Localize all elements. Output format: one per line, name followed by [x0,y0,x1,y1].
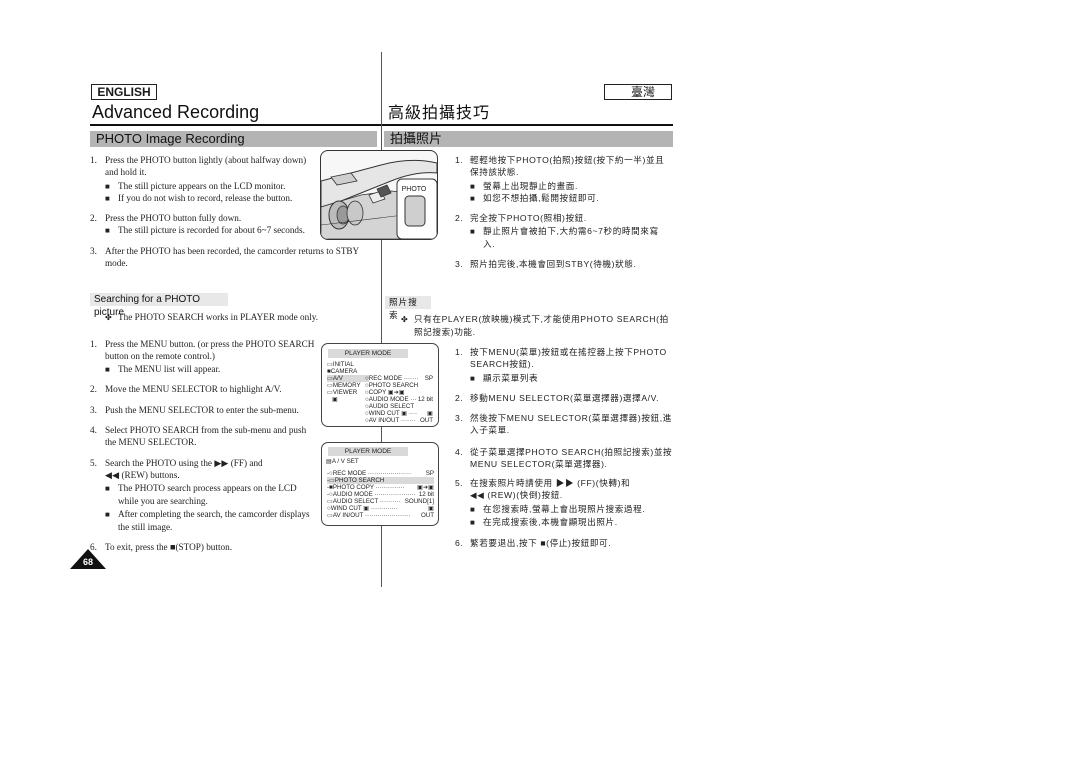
page-title-english: Advanced Recording [92,102,260,122]
zh-step-1: 1. 輕輕地按下PHOTO(拍照)按鈕(按下約一半)並且 保持該狀態. [455,155,665,177]
zh-search-step-1-bullet: ■ 顯示菜單列表 [470,373,539,383]
en-search-step-5-bullet-2: ■ After completing the search, the camcor… [105,509,310,532]
en-search-note: ✤ The PHOTO SEARCH works in PLAYER mode o… [105,312,319,322]
screen-header: PLAYER MODE [328,349,408,358]
screen-title: ▤A / V SET [326,458,359,465]
bullet-square-icon: ■ [105,484,110,493]
fast-forward-icon: ▶▶ [555,478,575,488]
rewind-icon: ◀◀ [470,490,485,500]
en-search-step-6: 6. To exit, press the ■(STOP) button. [90,542,232,552]
camcorder-icon: PHOTO [321,159,437,239]
en-step-2: 2. Press the PHOTO button fully down. [90,213,242,223]
en-search-step-3: 3. Push the MENU SELECTOR to enter the su… [90,405,299,415]
menu-item: ▭INITIAL [327,361,354,368]
zh-search-note: ✤ 只有在PLAYER(放映機)模式下,才能使用PHOTO SEARCH(拍 照記… [401,314,669,337]
bullet-square-icon: ■ [105,226,110,235]
note-cross-icon: ✤ [401,315,409,324]
en-search-step-5-bullet-1: ■ The PHOTO search process appears on the… [105,483,297,506]
camcorder-photo-button-illustration: PHOTO [320,150,438,240]
zh-search-step-1: 1. 按下MENU(菜單)按鈕或在搖控器上按下PHOTO SEARCH按鈕). [455,347,667,369]
bullet-square-icon: ■ [470,227,476,236]
av-set-item: -○REC MODE ····················· SP [327,470,434,477]
title-rule-right [381,124,673,126]
bullet-square-icon: ■ [105,510,110,519]
fast-forward-icon: ▶▶ [214,458,229,468]
en-search-step-2: 2. Move the MENU SELECTOR to highlight A/… [90,384,282,394]
bullet-square-icon: ■ [470,194,476,203]
av-set-item: ▭AUDIO SELECT ·········· SOUND[1] [327,498,434,505]
lcd-menu-screen-1: PLAYER MODE ▭INITIAL ■CAMERA ▭A/V ▭MEMOR… [321,343,439,427]
zh-search-step-2: 2. 移動MENU SELECTOR(菜單選擇器)選擇A/V. [455,393,660,403]
rewind-icon: ◀◀ [105,470,120,480]
bullet-square-icon: ■ [470,374,476,383]
page-title-chinese: 高級拍攝技巧 [388,105,491,122]
submenu-item: ○AV IN/OUT ······· OUT [365,417,433,424]
en-search-step-1: 1. Press the MENU button. (or press the P… [90,339,315,361]
en-step-2-bullet: ■ The still picture is recorded for about… [105,225,305,235]
zh-search-step-4: 4. 從子菜單選擇PHOTO SEARCH(拍照記搜索)並按 MENU SELEC… [455,447,673,469]
language-label-taiwan-text: 臺灣 [630,85,655,99]
section-heading-chinese: 拍攝照片 [384,131,673,147]
submenu-item: ○PHOTO SEARCH [365,382,419,389]
zh-step-2: 2. 完全按下PHOTO(照相)按鈕. [455,213,587,223]
submenu-item: ○COPY ▣➜▣ [365,389,405,396]
submenu-item: ○REC MODE ······· SP [365,375,433,382]
language-label-english: ENGLISH [91,84,157,100]
av-set-item: -■PHOTO COPY ·············· ▣➜▣ [327,484,434,491]
subsection-heading-chinese: 照片搜索 [385,296,431,320]
screen-header: PLAYER MODE [328,447,408,456]
title-rule-left [90,124,381,126]
menu-item: ▭VIEWER [327,389,358,396]
menu-item: ■CAMERA [327,368,358,375]
photo-button-label: PHOTO [402,186,427,193]
submenu-item: ○AUDIO MODE ··· 12 bit [365,396,433,403]
zh-search-step-6: 6. 繁若要退出,按下 ■(停止)按鈕即可. [455,538,612,548]
screen-av-set-list: -○REC MODE ····················· SP -▭PHO… [327,470,434,519]
en-step-1-bullet-2: ■ If you do not wish to record, release t… [105,193,293,203]
submenu-item: ○AUDIO SELECT [365,403,415,410]
bullet-square-icon: ■ [105,194,110,203]
zh-step-1-bullet-2: ■ 如您不想拍攝,鬆開按鈕即可. [470,193,600,203]
av-set-item: ▭AV IN/OUT ······················ OUT [327,512,434,519]
bullet-square-icon: ■ [105,365,110,374]
language-label-taiwan: 臺灣 [604,84,672,100]
bullet-square-icon: ■ [470,505,476,514]
en-search-step-5: 5. Search the PHOTO using the ▶▶ (FF) and… [90,458,263,480]
zh-search-step-5-bullet-1: ■ 在您搜索時,螢幕上會出現照片搜索過程. [470,504,646,514]
en-search-step-1-bullet: ■ The MENU list will appear. [105,364,221,374]
subsection-heading-english: Searching for a PHOTO picture [90,293,228,318]
en-step-3: 3. After the PHOTO has been recorded, the… [90,246,360,268]
screen-sub-menu: ○REC MODE ······· SP ○PHOTO SEARCH ○COPY … [365,375,433,424]
av-set-item: ○WIND CUT ▣ ············· ▣ [327,505,434,512]
menu-item-selected: ▭A/V [327,375,369,382]
av-set-item: -○AUDIO MODE ···················· 12 bit [327,491,434,498]
lcd-menu-screen-2: PLAYER MODE ▤A / V SET -○REC MODE ······… [321,442,439,526]
zh-search-step-5: 5. 在搜索照片時請使用 ▶▶ (FF)(快轉)和 ◀◀ (REW)(快倒)按鈕. [455,478,631,500]
screen-main-menu: ▭INITIAL ■CAMERA ▭A/V ▭MEMORY ▭VIEWER ▣ [327,361,369,403]
note-cross-icon: ✤ [105,313,112,322]
av-set-item-selected: -▭PHOTO SEARCH [327,477,434,484]
en-step-1: 1. Press the PHOTO button lightly (about … [90,155,307,177]
page-number: 68 [82,557,93,567]
section-heading-english: PHOTO Image Recording [90,131,377,147]
en-search-step-4: 4. Select PHOTO SEARCH from the sub-menu … [90,425,307,447]
zh-search-step-3: 3. 然後按下MENU SELECTOR(菜單選擇器)按鈕,進 入子菜單. [455,413,672,435]
zh-search-step-5-bullet-2: ■ 在完成搜索後,本機會顯現出照片. [470,517,618,527]
tape-icon: ▣ [332,396,338,403]
zh-step-2-bullet: ■ 靜止照片會被拍下,大約需6~7秒的時間來寫 入. [470,226,659,249]
zh-step-3: 3. 照片拍完後,本機會回到STBY(待機)狀態. [455,259,637,269]
submenu-item: ○WIND CUT ▣ ···· ▣ [365,410,433,417]
bullet-square-icon: ■ [470,518,476,527]
menu-item: ▭MEMORY [327,382,361,389]
